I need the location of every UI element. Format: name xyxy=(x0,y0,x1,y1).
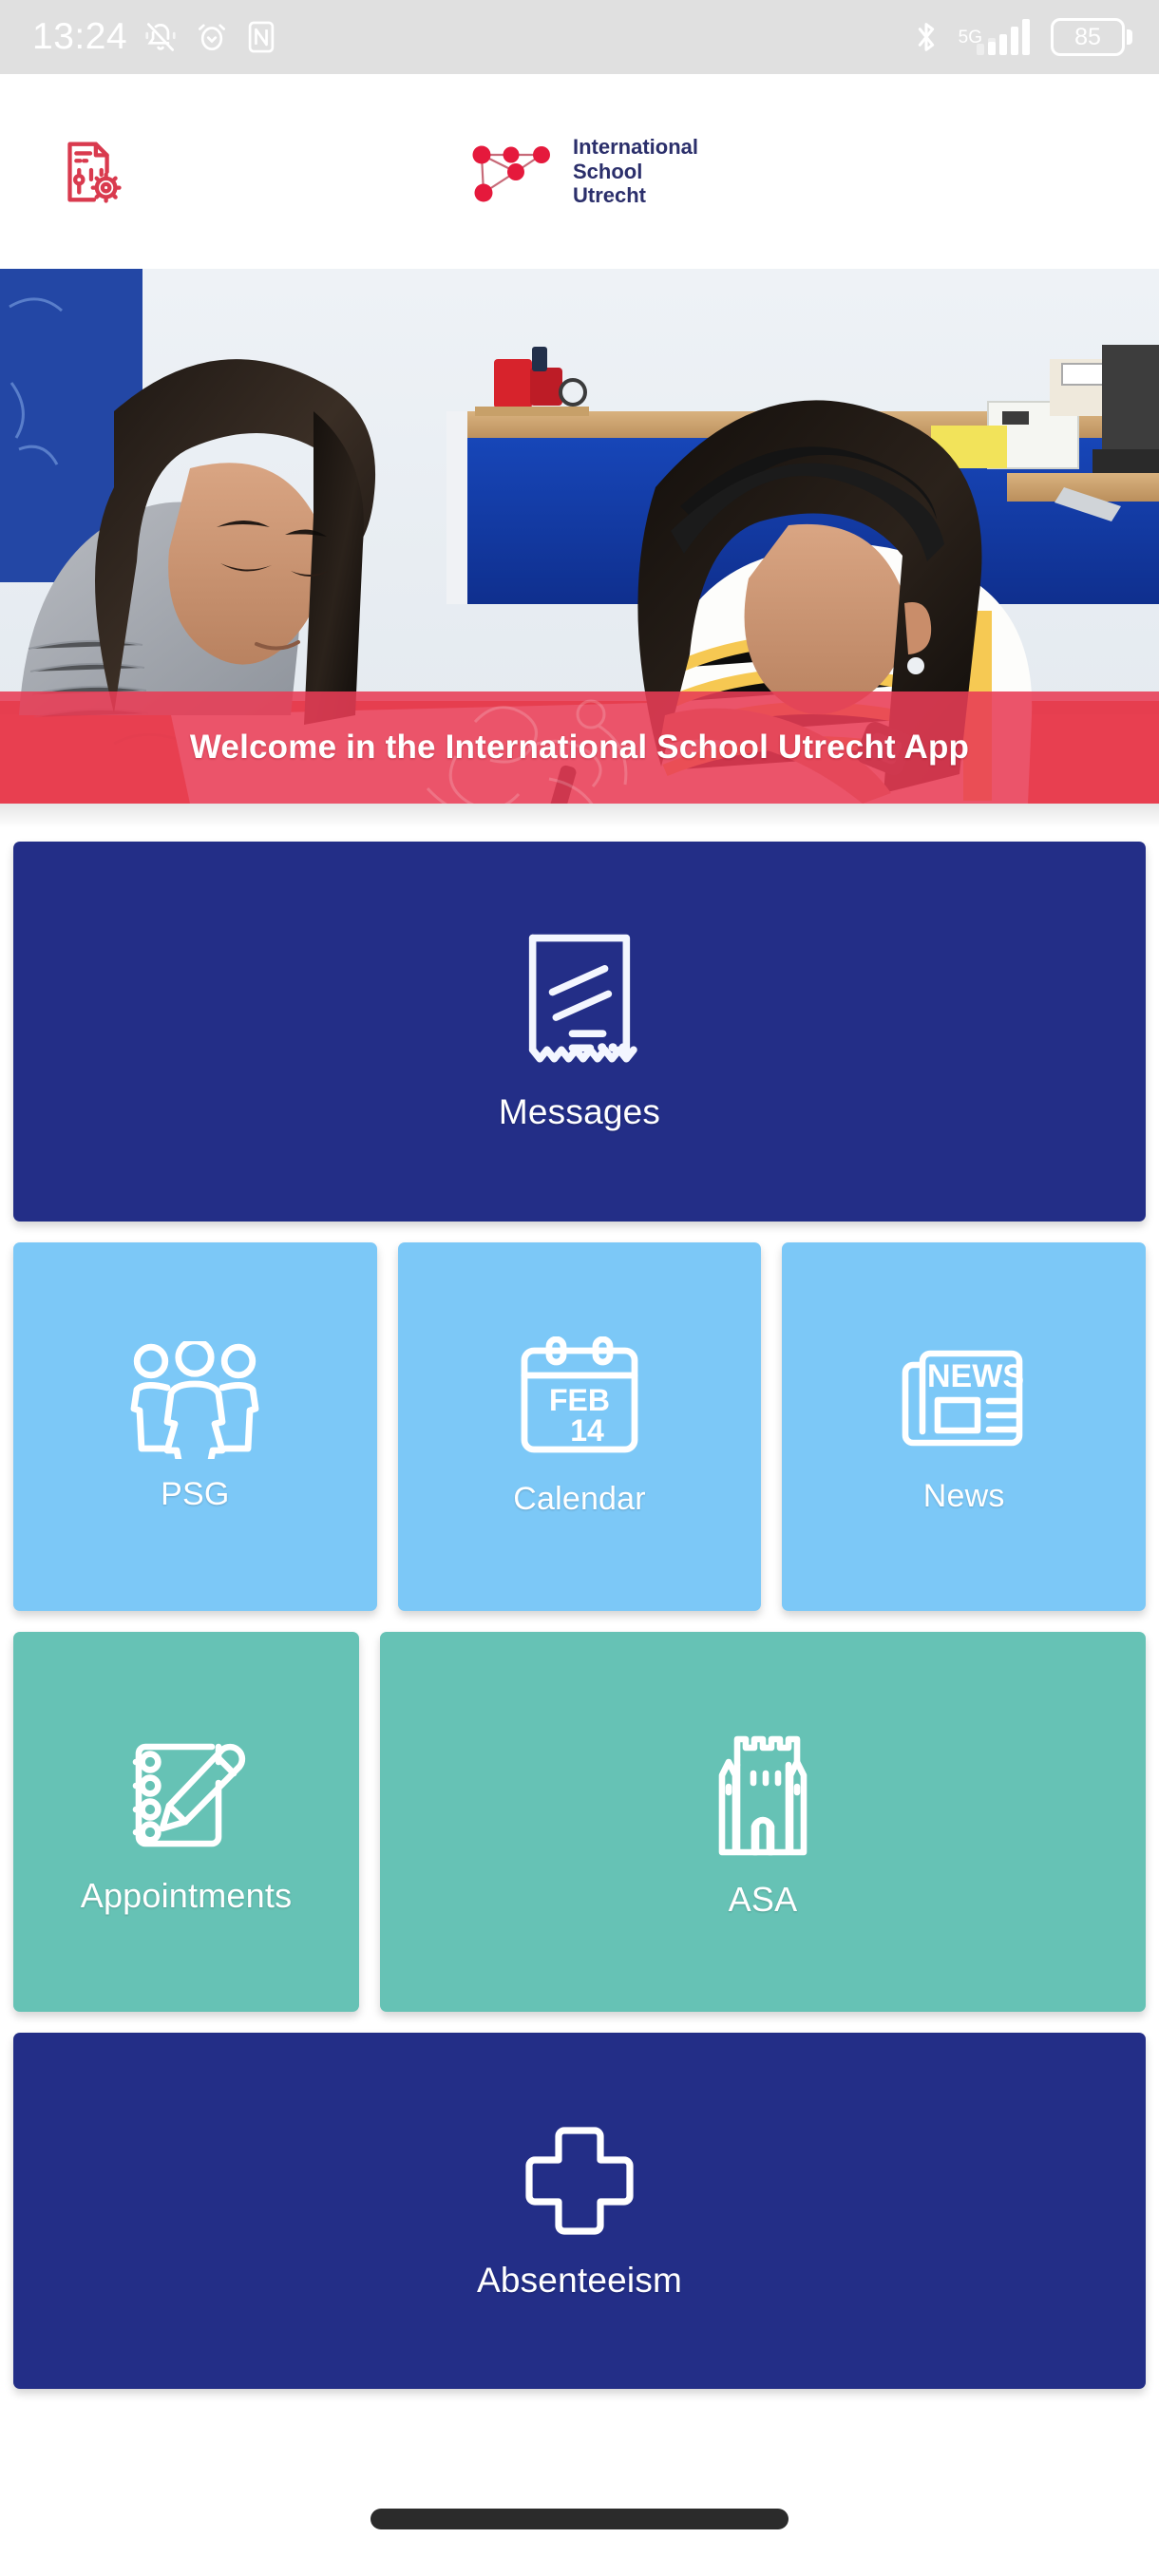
bluetooth-icon xyxy=(918,23,934,51)
tile-psg-label: PSG xyxy=(161,1475,230,1512)
calendar-icon: FEB 14 xyxy=(515,1335,644,1464)
alarm-icon xyxy=(199,24,226,51)
news-header-text: NEWS xyxy=(927,1358,1024,1394)
signal-icon xyxy=(977,19,1030,55)
tile-absenteeism-label: Absenteeism xyxy=(476,2260,683,2300)
tile-news[interactable]: NEWS News xyxy=(782,1242,1147,1611)
tile-appointments[interactable]: Appointments xyxy=(13,1632,359,2012)
brand-text: International School Utrecht xyxy=(573,135,698,209)
battery-percent-label: 85 xyxy=(1074,23,1101,50)
brand-line-2: School xyxy=(572,159,643,183)
castle-tower-icon xyxy=(707,1724,819,1866)
brand-logo: International School Utrecht xyxy=(461,135,698,209)
tile-calendar[interactable]: FEB 14 Calendar xyxy=(397,1242,762,1611)
tile-row-4: Absenteeism xyxy=(13,2033,1146,2389)
notebook-pencil-icon xyxy=(115,1728,257,1863)
tile-messages-label: Messages xyxy=(498,1092,661,1131)
tile-row-3: Appointments ASA xyxy=(13,1632,1146,2012)
network-type-label: 5G xyxy=(958,28,982,47)
document-settings-icon[interactable] xyxy=(49,131,131,213)
receipt-message-icon xyxy=(522,931,637,1071)
tile-psg[interactable]: PSG xyxy=(13,1242,377,1611)
tile-grid: Messages PSG FEB 14 Calendar NEWS News A… xyxy=(0,828,1159,2389)
status-bar-right: 5G 85 xyxy=(909,17,1132,57)
battery-icon: 85 xyxy=(1051,18,1132,56)
tile-row-1: Messages xyxy=(13,842,1146,1222)
hero-shadow xyxy=(0,804,1159,828)
three-people-icon xyxy=(124,1340,265,1459)
app-header: International School Utrecht xyxy=(0,74,1159,269)
brand-line-3: Utrecht xyxy=(572,183,647,208)
tile-calendar-label: Calendar xyxy=(513,1480,646,1517)
tile-asa[interactable]: ASA xyxy=(380,1632,1146,2012)
network-nodes-logo xyxy=(472,145,550,202)
tile-messages[interactable]: Messages xyxy=(13,842,1146,1222)
tile-news-label: News xyxy=(922,1477,1005,1514)
calendar-month-text: FEB xyxy=(549,1383,610,1417)
newspaper-icon: NEWS xyxy=(896,1339,1033,1461)
welcome-banner: Welcome in the International School Utre… xyxy=(0,691,1159,804)
calendar-day-text: 14 xyxy=(570,1413,604,1448)
mute-icon xyxy=(145,23,176,51)
tile-absenteeism[interactable]: Absenteeism xyxy=(13,2033,1146,2389)
welcome-banner-text: Welcome in the International School Utre… xyxy=(189,729,970,766)
medical-cross-icon xyxy=(521,2122,638,2240)
brand-line-1: International xyxy=(572,134,699,159)
tile-appointments-label: Appointments xyxy=(80,1876,293,1915)
navigation-bar xyxy=(0,2434,1159,2576)
tile-asa-label: ASA xyxy=(728,1880,798,1919)
nfc-icon xyxy=(248,21,275,53)
status-bar: 13:24 5G 85 xyxy=(0,0,1159,74)
hero-section: Welcome in the International School Utre… xyxy=(0,269,1159,804)
status-bar-clock: 13:24 xyxy=(32,16,128,57)
tile-row-2: PSG FEB 14 Calendar NEWS News xyxy=(13,1242,1147,1611)
home-gesture-indicator[interactable] xyxy=(370,2509,788,2529)
status-bar-left: 13:24 xyxy=(32,16,277,58)
